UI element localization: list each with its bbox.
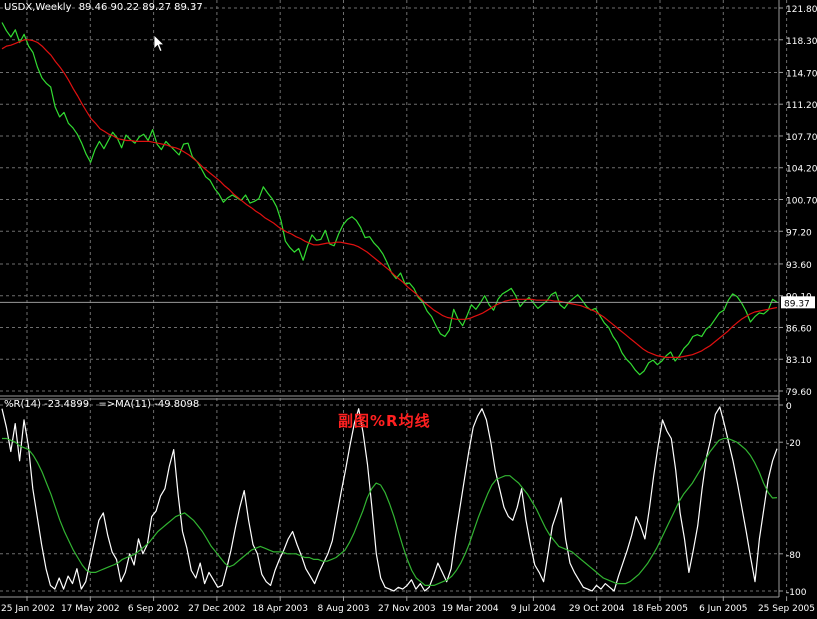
date-tick-label: 6 Sep 2002 [128,604,179,614]
price-tick-label: 79.60 [786,388,812,398]
date-tick-label: 6 Jun 2005 [699,604,747,614]
price-tick-label: 100.70 [786,197,817,207]
price-tick-label: 121.80 [786,5,817,15]
chart-window: 121.80 118.30 114.70 111.20 107.70 104.20 100.… [0,0,817,615]
arrow-cursor-icon [153,34,165,53]
wpr-tick-label: -20 [786,439,801,449]
price-tick-label: 83.10 [786,356,812,366]
date-tick-label: 18 Apr 2003 [252,604,308,614]
price-tick-label: 86.60 [786,324,812,334]
date-tick-label: 29 Oct 2004 [569,604,625,614]
date-tick-label: 25 Sep 2005 [758,604,815,614]
wpr-ma-label: =>MA(11) -49.8098 [98,399,200,410]
date-tick-label: 18 Feb 2005 [632,604,688,614]
wpr-indicator-label: %R(14) -23.4899 [4,399,90,410]
current-price-label: 89.37 [784,299,810,309]
current-price-marker: 89.37 [781,296,815,309]
date-tick-label: 9 Jul 2004 [511,604,556,614]
price-tick-label: 118.30 [786,37,817,47]
wpr-tick-label: 0 [786,402,792,412]
ohlc-values: 89.46 90.22 89.27 89.37 [78,2,203,13]
date-tick-label: 8 Aug 2003 [318,604,370,614]
date-tick-label: 25 Jan 2002 [1,604,55,614]
wpr-tick-label: -100 [786,588,807,598]
price-tick-label: 107.70 [786,133,817,143]
chart-header: USDX,Weekly 89.46 90.22 89.27 89.37 [4,2,203,13]
price-tick-label: 93.60 [786,261,812,271]
symbol-label: USDX,Weekly [4,2,72,13]
date-tick-label: 27 Nov 2003 [378,604,436,614]
date-tick-label: 17 May 2002 [61,604,120,614]
chart-annotation: 副图%R均线 [338,412,431,430]
date-tick-label: 27 Dec 2002 [188,604,246,614]
chart-canvas: 121.80 118.30 114.70 111.20 107.70 104.20 100.… [0,0,817,615]
subpanel-header: %R(14) -23.4899 =>MA(11) -49.8098 [4,399,199,410]
price-tick-label: 111.20 [786,101,817,111]
price-tick-label: 97.20 [786,228,812,238]
price-tick-label: 114.70 [786,69,817,79]
wpr-tick-label: -80 [786,551,801,561]
price-tick-label: 104.20 [786,165,817,175]
date-tick-label: 19 Mar 2004 [442,604,499,614]
